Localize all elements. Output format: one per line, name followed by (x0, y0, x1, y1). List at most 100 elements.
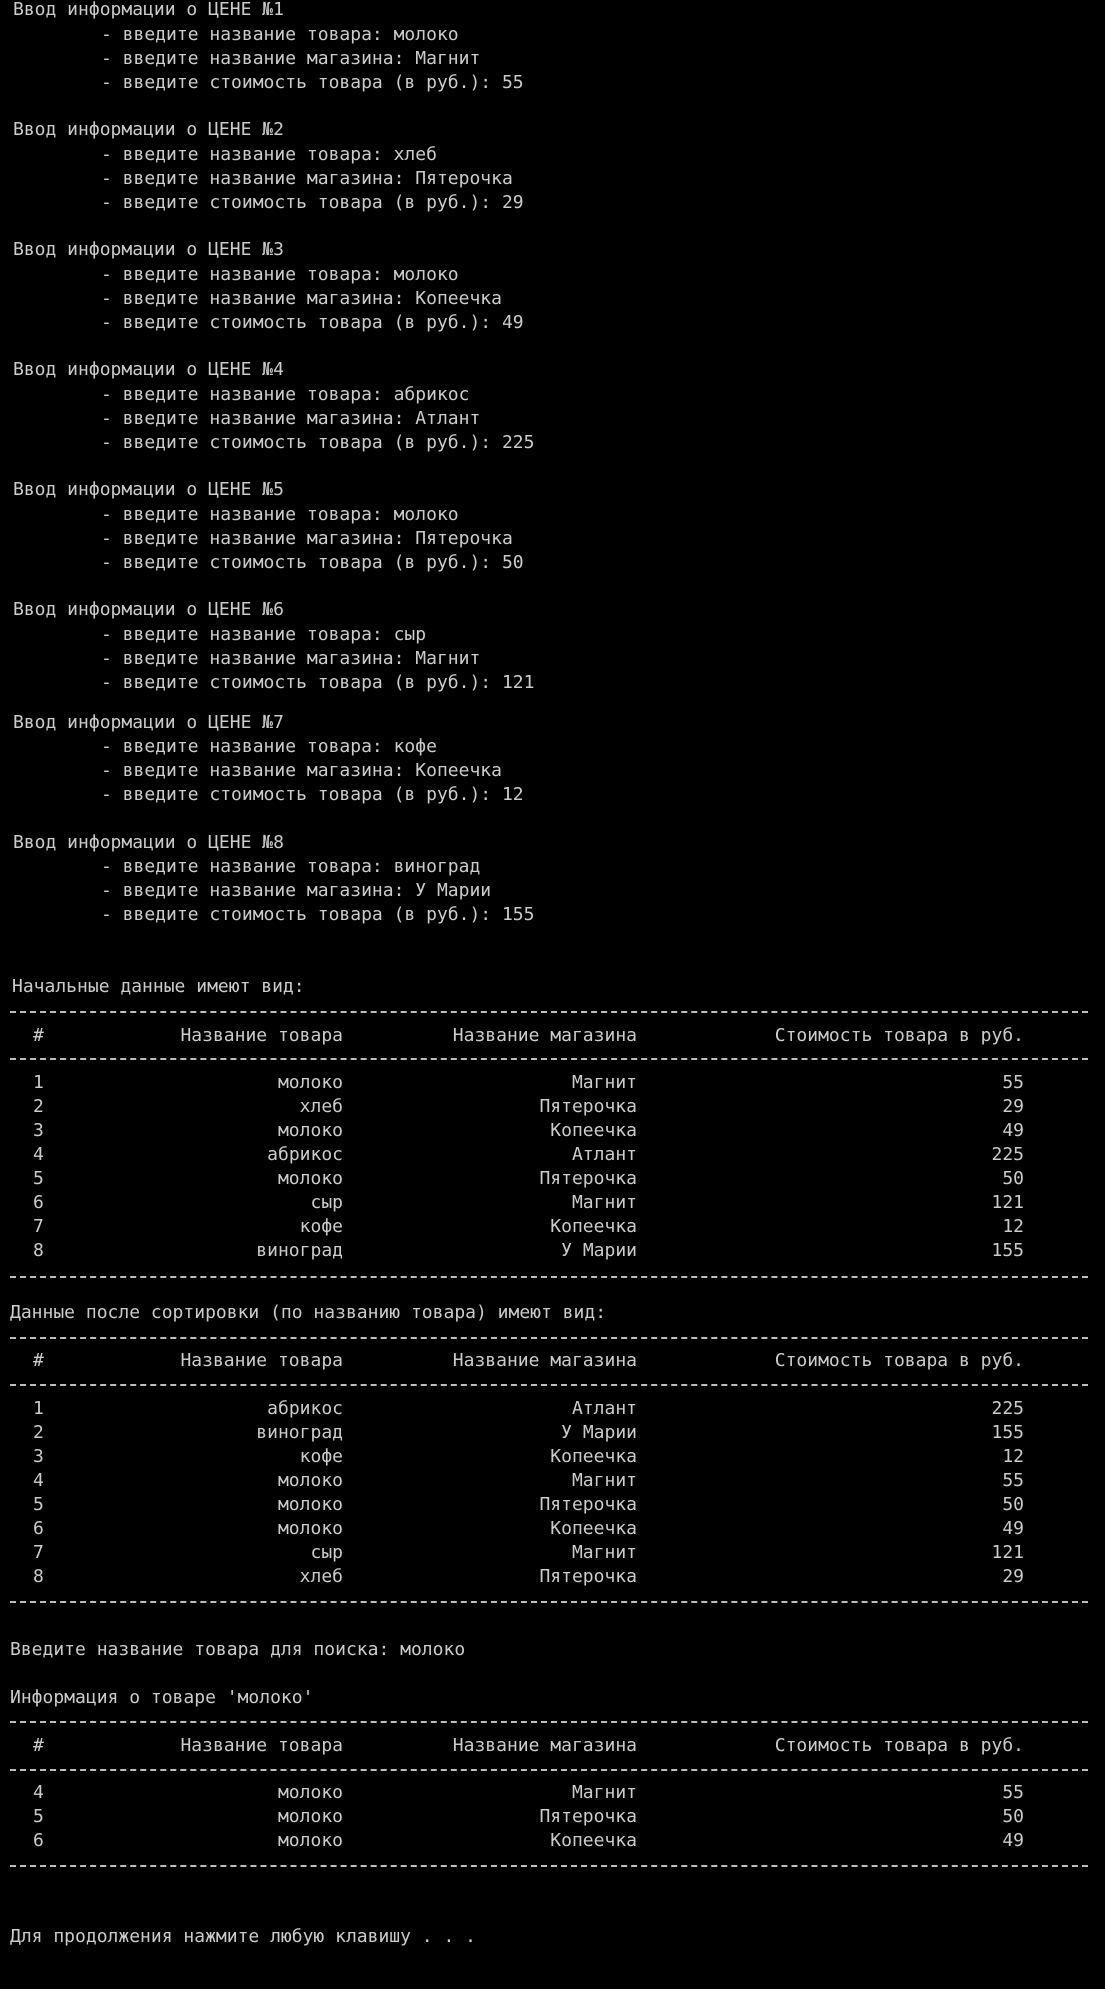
cell-shop: Магнит (571, 1782, 637, 1803)
input-line-price: - введите стоимость товара (в руб.): 121 (101, 672, 535, 693)
cell-number: 8 (33, 1240, 44, 1261)
cell-shop: Атлант (571, 1398, 637, 1419)
cell-price: 50 (1002, 1168, 1024, 1189)
input-block-header: Ввод информации о ЦЕНЕ №7 (13, 712, 284, 733)
input-line-product: - введите название товара: молоко (101, 24, 459, 45)
cell-product: молоко (277, 1518, 343, 1539)
cell-product: виноград (256, 1240, 343, 1261)
column-header-number: # (33, 1025, 44, 1046)
cell-product: сыр (310, 1542, 343, 1563)
cell-shop: Магнит (571, 1192, 637, 1213)
continue-prompt: Для продолжения нажмите любую клавишу . … (10, 1926, 476, 1947)
column-header-number: # (33, 1350, 44, 1371)
input-line-price: - введите стоимость товара (в руб.): 49 (101, 312, 524, 333)
input-block-header: Ввод информации о ЦЕНЕ №5 (13, 479, 284, 500)
cell-product: молоко (277, 1470, 343, 1491)
cell-product: сыр (310, 1192, 343, 1213)
cell-price: 49 (1002, 1120, 1024, 1141)
column-header-shop: Название магазина (452, 1350, 637, 1371)
table-divider (10, 1337, 1088, 1339)
search-prompt: Введите название товара для поиска: моло… (10, 1639, 466, 1660)
input-line-product: - введите название товара: молоко (101, 504, 459, 525)
table-divider (10, 1384, 1088, 1386)
cell-product: молоко (277, 1072, 343, 1093)
column-header-number: # (33, 1735, 44, 1756)
cell-number: 3 (33, 1120, 44, 1141)
cell-product: молоко (277, 1120, 343, 1141)
cell-number: 4 (33, 1470, 44, 1491)
column-header-shop: Название магазина (452, 1025, 637, 1046)
cell-number: 6 (33, 1518, 44, 1539)
cell-price: 155 (991, 1422, 1024, 1443)
cell-number: 1 (33, 1072, 44, 1093)
table-divider (10, 1276, 1088, 1278)
table-row: 8 виноград У Марии 155 (0, 1239, 1105, 1263)
table-divider (10, 1769, 1088, 1771)
table-divider (10, 1011, 1088, 1013)
input-block-header: Ввод информации о ЦЕНЕ №6 (13, 599, 284, 620)
cell-price: 55 (1002, 1072, 1024, 1093)
cell-shop: Пятерочка (539, 1096, 637, 1117)
cell-price: 121 (991, 1542, 1024, 1563)
table-row: 8 хлеб Пятерочка 29 (0, 1565, 1105, 1589)
cell-price: 12 (1002, 1446, 1024, 1467)
cell-number: 7 (33, 1542, 44, 1563)
input-line-shop: - введите название магазина: Копеечка (101, 760, 502, 781)
cell-shop: Магнит (571, 1542, 637, 1563)
cell-number: 4 (33, 1782, 44, 1803)
column-header-product: Название товара (180, 1735, 343, 1756)
cell-product: молоко (277, 1782, 343, 1803)
cell-product: молоко (277, 1494, 343, 1515)
column-header-price: Стоимость товара в руб. (774, 1025, 1024, 1046)
cell-number: 2 (33, 1422, 44, 1443)
table-row: 5 молоко Пятерочка 50 (0, 1167, 1105, 1191)
input-line-product: - введите название товара: виноград (101, 856, 481, 877)
input-block-header: Ввод информации о ЦЕНЕ №4 (13, 359, 284, 380)
cell-shop: Магнит (571, 1470, 637, 1491)
cell-number: 5 (33, 1168, 44, 1189)
cell-number: 5 (33, 1494, 44, 1515)
table-divider (10, 1865, 1088, 1867)
cell-shop: Атлант (571, 1144, 637, 1165)
input-line-shop: - введите название магазина: Атлант (101, 408, 481, 429)
cell-number: 8 (33, 1566, 44, 1587)
cell-price: 55 (1002, 1470, 1024, 1491)
table-row: 7 сыр Магнит 121 (0, 1541, 1105, 1565)
table-row: 6 молоко Копеечка 49 (0, 1829, 1105, 1853)
cell-shop: Пятерочка (539, 1494, 637, 1515)
input-line-shop: - введите название магазина: Магнит (101, 648, 481, 669)
table-row: 4 абрикос Атлант 225 (0, 1143, 1105, 1167)
input-block-header: Ввод информации о ЦЕНЕ №3 (13, 239, 284, 260)
input-line-price: - введите стоимость товара (в руб.): 155 (101, 904, 535, 925)
input-line-price: - введите стоимость товара (в руб.): 225 (101, 432, 535, 453)
table-caption: Данные после сортировки (по названию тов… (10, 1302, 607, 1323)
cell-price: 225 (991, 1398, 1024, 1419)
cell-number: 7 (33, 1216, 44, 1237)
table-header-row: # Название товара Название магазина Стои… (0, 1734, 1105, 1758)
cell-price: 55 (1002, 1782, 1024, 1803)
input-line-price: - введите стоимость товара (в руб.): 55 (101, 72, 524, 93)
input-block-header: Ввод информации о ЦЕНЕ №2 (13, 119, 284, 140)
cell-product: молоко (277, 1830, 343, 1851)
table-row: 2 хлеб Пятерочка 29 (0, 1095, 1105, 1119)
cell-product: молоко (277, 1168, 343, 1189)
input-block-header: Ввод информации о ЦЕНЕ №1 (13, 0, 284, 20)
cell-price: 29 (1002, 1096, 1024, 1117)
cell-product: виноград (256, 1422, 343, 1443)
column-header-price: Стоимость товара в руб. (774, 1350, 1024, 1371)
cell-product: хлеб (299, 1566, 343, 1587)
input-line-product: - введите название товара: кофе (101, 736, 437, 757)
table-divider (10, 1058, 1088, 1060)
cell-shop: Копеечка (550, 1216, 637, 1237)
column-header-price: Стоимость товара в руб. (774, 1735, 1024, 1756)
table-row: 6 молоко Копеечка 49 (0, 1517, 1105, 1541)
table-caption: Начальные данные имеют вид: (12, 976, 305, 997)
input-line-shop: - введите название магазина: Магнит (101, 48, 481, 69)
cell-number: 5 (33, 1806, 44, 1827)
cell-number: 3 (33, 1446, 44, 1467)
cell-price: 155 (991, 1240, 1024, 1261)
cell-shop: Пятерочка (539, 1566, 637, 1587)
table-row: 7 кофе Копеечка 12 (0, 1215, 1105, 1239)
cell-shop: Пятерочка (539, 1806, 637, 1827)
input-line-shop: - введите название магазина: Пятерочка (101, 168, 513, 189)
